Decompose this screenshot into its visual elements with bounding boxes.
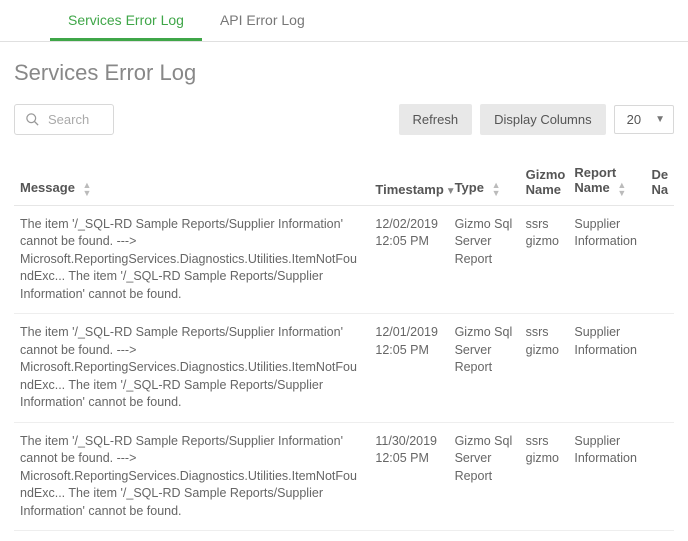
error-log-table: Message ▲▼ Timestamp▼ Type ▲▼ Gizmo Name bbox=[14, 155, 674, 541]
table-row[interactable]: The item '/_SQL-RD Sample Reports/Suppli… bbox=[14, 314, 674, 423]
cell-gizmo-name: ssrs gizmo bbox=[520, 422, 569, 531]
sort-icon: ▲▼ bbox=[83, 181, 92, 197]
search-icon bbox=[25, 112, 40, 127]
sort-icon: ▲▼ bbox=[617, 181, 626, 197]
cell-type: Gizmo Sql Server Report bbox=[449, 531, 520, 541]
col-report-name[interactable]: Report Name ▲▼ bbox=[568, 155, 645, 205]
cell-report-name: Supplier Information bbox=[568, 205, 645, 314]
cell-message: The item '/_SQL-RD Sample Reports/Suppli… bbox=[14, 314, 369, 423]
table-row[interactable]: The item '/_SQL-RD Sample Reports/Suppli… bbox=[14, 531, 674, 541]
cell-destination-name bbox=[646, 531, 674, 541]
cell-timestamp: 11/29/2019 12:05 PM bbox=[369, 531, 448, 541]
cell-gizmo-name: ssrs gizmo bbox=[520, 205, 569, 314]
tab-api-error-log[interactable]: API Error Log bbox=[202, 0, 323, 41]
table-row[interactable]: The item '/_SQL-RD Sample Reports/Suppli… bbox=[14, 205, 674, 314]
col-gizmo-name[interactable]: Gizmo Name bbox=[520, 155, 569, 205]
refresh-button[interactable]: Refresh bbox=[399, 104, 473, 135]
cell-type: Gizmo Sql Server Report bbox=[449, 205, 520, 314]
sort-icon: ▲▼ bbox=[492, 181, 501, 197]
cell-destination-name bbox=[646, 314, 674, 423]
col-message[interactable]: Message ▲▼ bbox=[14, 155, 369, 205]
cell-type: Gizmo Sql Server Report bbox=[449, 314, 520, 423]
page-title: Services Error Log bbox=[14, 60, 674, 86]
display-columns-button[interactable]: Display Columns bbox=[480, 104, 606, 135]
cell-message: The item '/_SQL-RD Sample Reports/Suppli… bbox=[14, 422, 369, 531]
cell-timestamp: 11/30/2019 12:05 PM bbox=[369, 422, 448, 531]
toolbar: Refresh Display Columns 20 ▼ bbox=[14, 104, 674, 135]
cell-destination-name bbox=[646, 422, 674, 531]
cell-destination-name bbox=[646, 205, 674, 314]
cell-report-name: Supplier Information bbox=[568, 422, 645, 531]
col-type[interactable]: Type ▲▼ bbox=[449, 155, 520, 205]
cell-gizmo-name: ssrs gizmo bbox=[520, 531, 569, 541]
cell-timestamp: 12/01/2019 12:05 PM bbox=[369, 314, 448, 423]
cell-gizmo-name: ssrs gizmo bbox=[520, 314, 569, 423]
page-size-value: 20 bbox=[627, 112, 641, 127]
cell-message: The item '/_SQL-RD Sample Reports/Suppli… bbox=[14, 205, 369, 314]
caret-down-icon: ▼ bbox=[655, 114, 665, 125]
tab-bar: Services Error Log API Error Log bbox=[0, 0, 688, 42]
cell-type: Gizmo Sql Server Report bbox=[449, 422, 520, 531]
col-destination-name[interactable]: De Na bbox=[646, 155, 674, 205]
cell-timestamp: 12/02/2019 12:05 PM bbox=[369, 205, 448, 314]
col-timestamp[interactable]: Timestamp▼ bbox=[369, 155, 448, 205]
page-size-select[interactable]: 20 ▼ bbox=[614, 105, 674, 134]
sort-desc-icon: ▼ bbox=[446, 186, 456, 197]
search-input[interactable] bbox=[46, 111, 101, 128]
cell-report-name: Supplier Information bbox=[568, 531, 645, 541]
search-box[interactable] bbox=[14, 104, 114, 135]
cell-message: The item '/_SQL-RD Sample Reports/Suppli… bbox=[14, 531, 369, 541]
table-row[interactable]: The item '/_SQL-RD Sample Reports/Suppli… bbox=[14, 422, 674, 531]
cell-report-name: Supplier Information bbox=[568, 314, 645, 423]
tab-services-error-log[interactable]: Services Error Log bbox=[50, 0, 202, 41]
